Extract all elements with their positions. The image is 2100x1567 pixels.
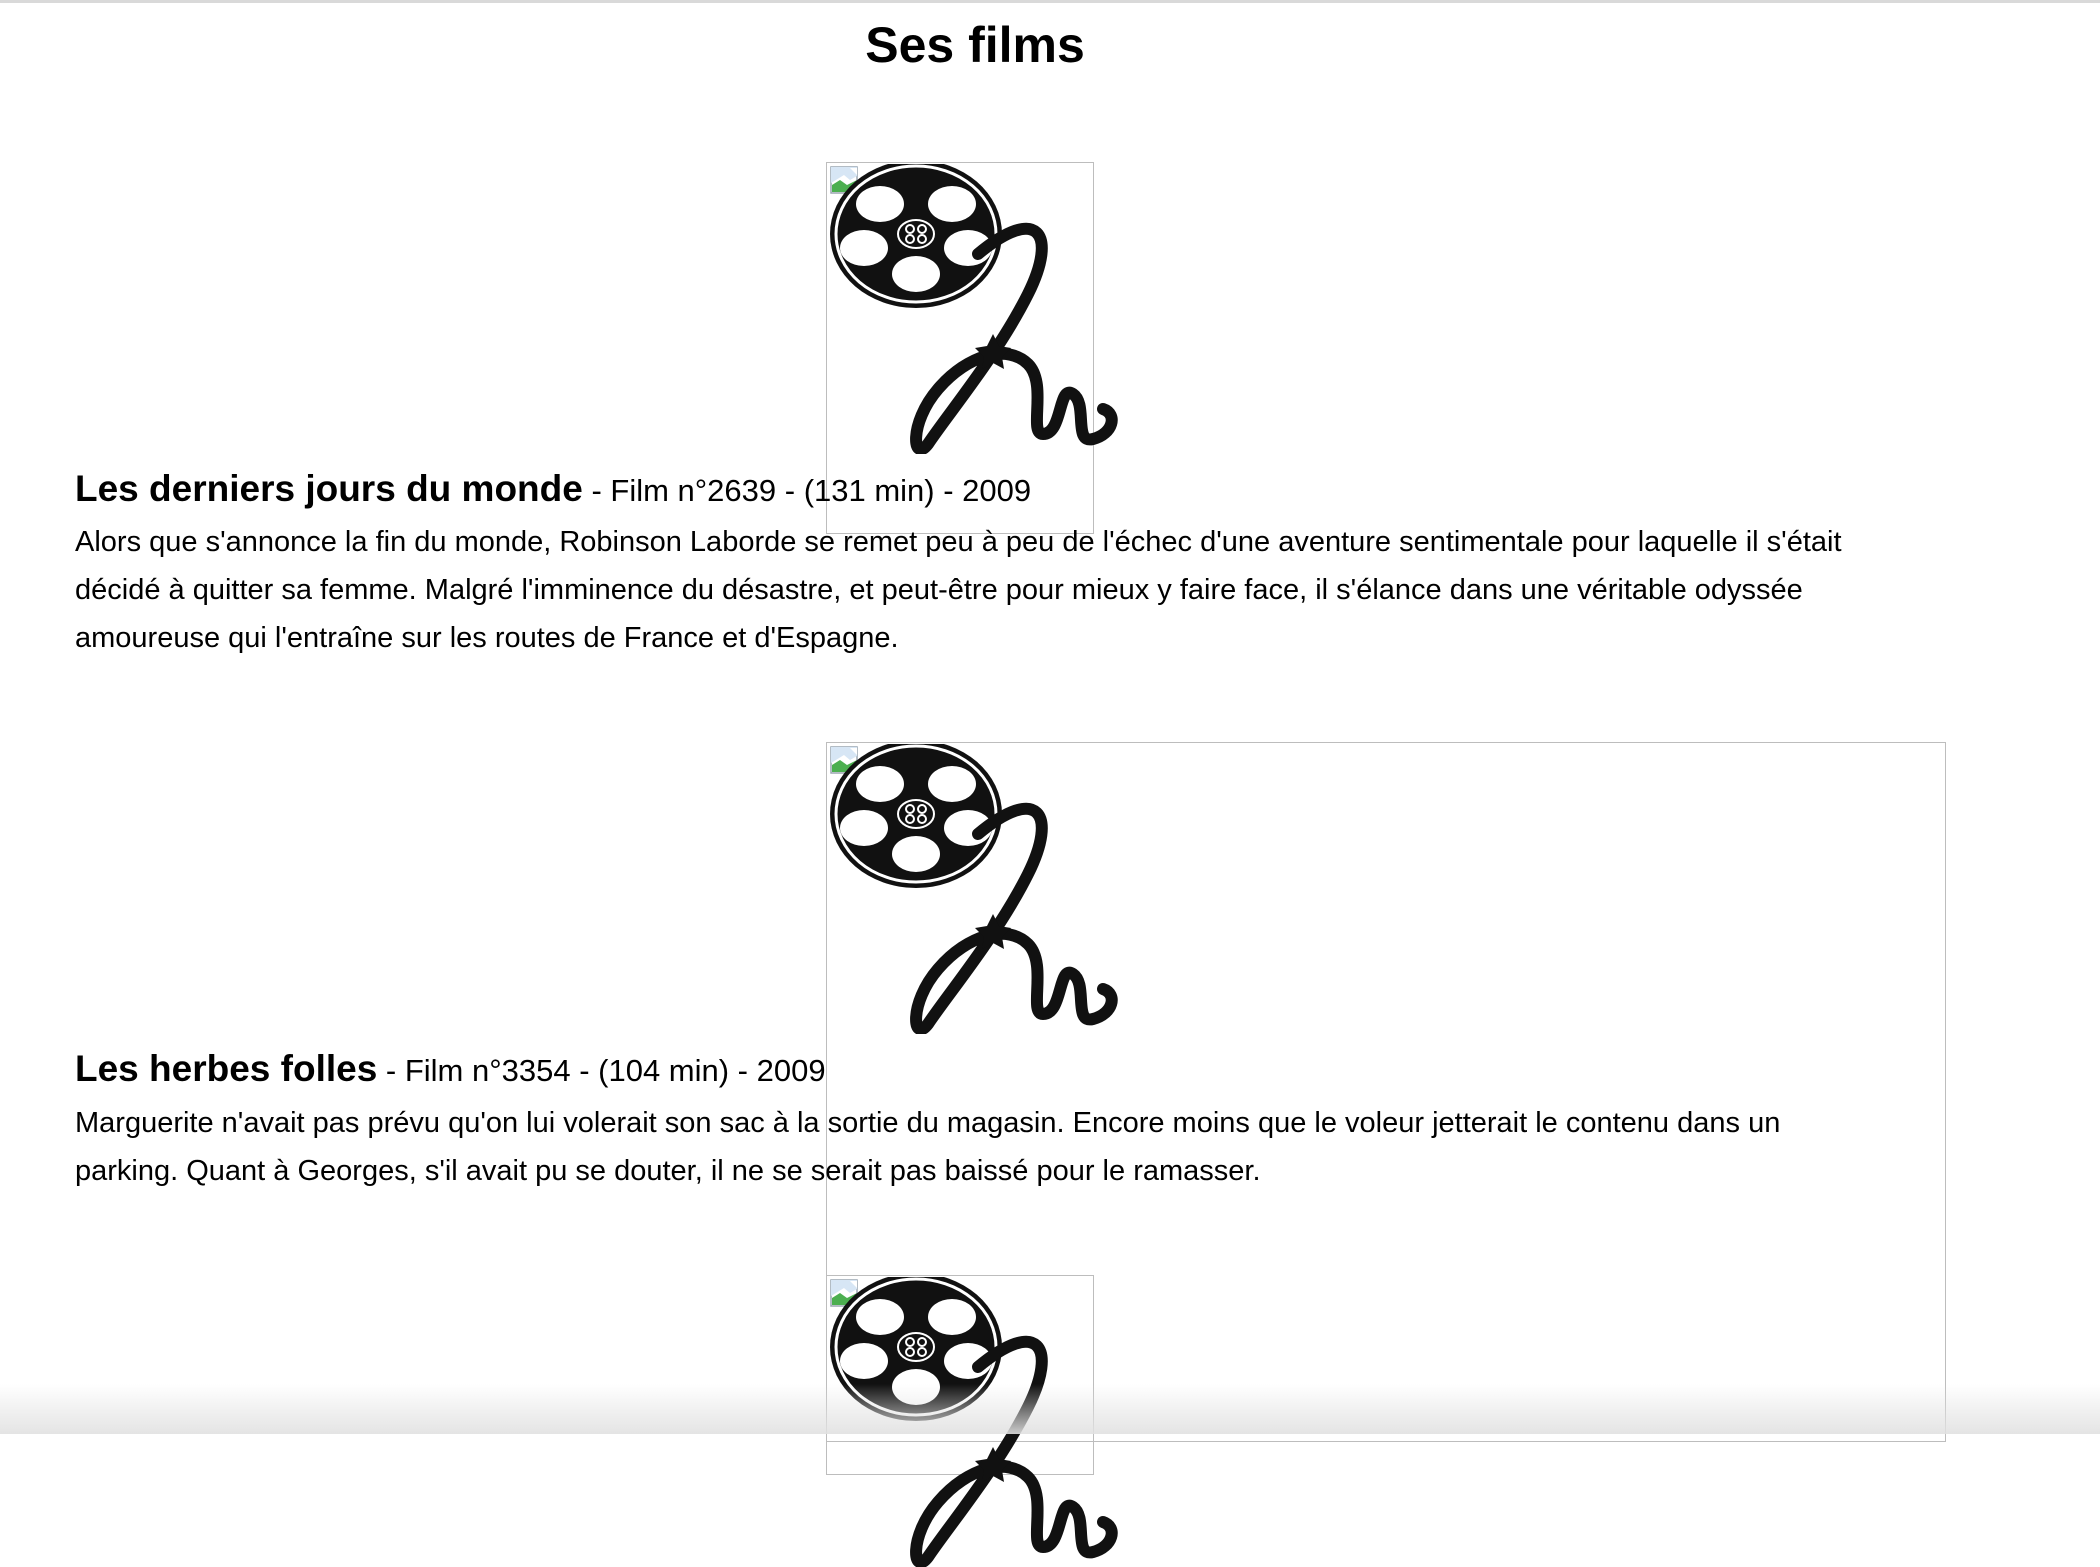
bottom-scroll-fade bbox=[0, 1384, 2100, 1434]
film-meta: - Film n°2639 - (131 min) - 2009 bbox=[582, 473, 1032, 508]
film-title: Les derniers jours du monde bbox=[75, 468, 583, 509]
film-description: Marguerite n'avait pas prévu qu'on lui v… bbox=[75, 1107, 1781, 1187]
film-heading-1: Les derniers jours du monde - Film n°263… bbox=[75, 466, 1031, 517]
top-border bbox=[0, 0, 2100, 3]
film-reel-logo-icon bbox=[828, 744, 1118, 1034]
film-title: Les herbes folles bbox=[75, 1048, 378, 1089]
film-heading-2: Les herbes folles - Film n°3354 - (104 m… bbox=[75, 1046, 826, 1097]
page-title: Ses films bbox=[865, 17, 1085, 73]
film-description: Alors que s'annonce la fin du monde, Rob… bbox=[75, 526, 1842, 654]
film-meta: - Film n°3354 - (104 min) - 2009 bbox=[377, 1053, 826, 1088]
film-reel-logo-icon bbox=[828, 164, 1118, 454]
